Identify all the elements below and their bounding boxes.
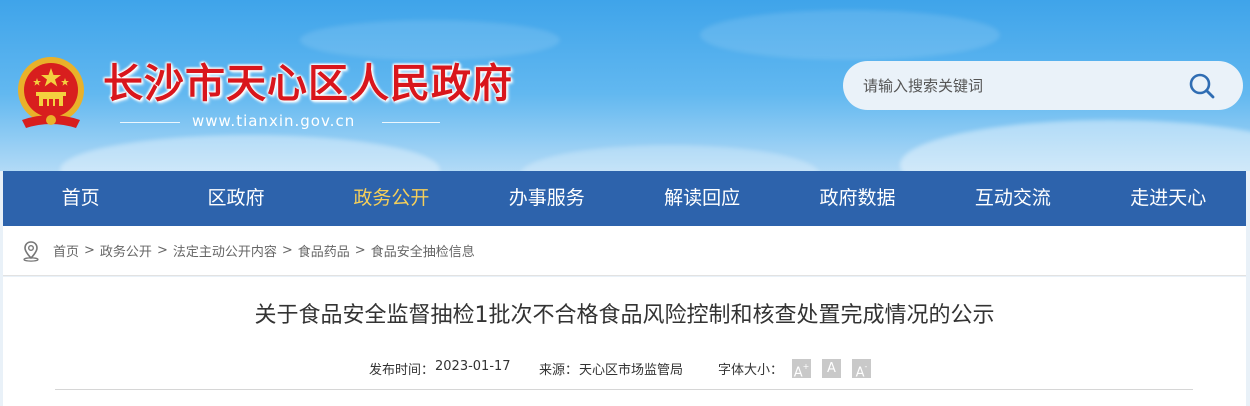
cloud-decoration <box>900 120 1250 171</box>
search-input[interactable] <box>863 72 1163 99</box>
site-url: www.tianxin.gov.cn <box>192 112 356 130</box>
site-title[interactable]: 长沙市天心区人民政府 <box>103 51 513 109</box>
location-icon <box>23 240 39 262</box>
font-normal-button[interactable]: A <box>822 359 841 378</box>
nav-item-government-affairs[interactable]: 政务公开 <box>314 171 469 226</box>
cloud-decoration <box>60 135 440 171</box>
publish-date: 2023-01-17 <box>435 359 511 374</box>
font-increase-button[interactable]: A+ <box>792 359 811 380</box>
breadcrumb-separator: > <box>354 243 366 258</box>
publish-time-label: 发布时间： <box>369 363 435 378</box>
breadcrumb-separator: > <box>84 243 95 258</box>
breadcrumb-separator: > <box>156 243 168 258</box>
national-emblem-icon <box>18 57 84 128</box>
breadcrumb: 首页 > 政务公开 > 法定主动公开内容 > 食品药品 > 食品安全抽检信息 <box>3 226 1246 276</box>
site-header: 长沙市天心区人民政府 www.tianxin.gov.cn <box>0 0 1250 171</box>
nav-item-interaction[interactable]: 互动交流 <box>935 171 1090 226</box>
divider <box>382 122 440 123</box>
search-icon[interactable] <box>1188 72 1216 100</box>
nav-item-interpretation[interactable]: 解读回应 <box>625 171 780 226</box>
source-value: 天心区市场监管局 <box>579 363 684 378</box>
breadcrumb-separator: > <box>281 243 293 258</box>
cloud-decoration <box>520 145 820 171</box>
article-title: 关于食品安全监督抽检1批次不合格食品风险控制和核查处置完成情况的公示 <box>254 303 995 328</box>
main-nav: 首页 区政府 政务公开 办事服务 解读回应 政府数据 互动交流 走进天心 <box>3 171 1246 226</box>
breadcrumb-government-affairs[interactable]: 政务公开 <box>100 241 152 260</box>
breadcrumb-statutory-disclosure[interactable]: 法定主动公开内容 <box>173 241 277 260</box>
cloud-decoration <box>700 10 1000 60</box>
breadcrumb-food-drugs[interactable]: 食品药品 <box>298 241 350 260</box>
nav-item-home[interactable]: 首页 <box>3 171 158 226</box>
nav-item-district-government[interactable]: 区政府 <box>158 171 313 226</box>
font-decrease-button[interactable]: A- <box>852 359 871 380</box>
search-box <box>843 61 1243 110</box>
breadcrumb-food-safety-inspection[interactable]: 食品安全抽检信息 <box>371 241 475 260</box>
nav-item-services[interactable]: 办事服务 <box>469 171 624 226</box>
nav-item-about-tianxin[interactable]: 走进天心 <box>1091 171 1246 226</box>
divider <box>120 122 180 123</box>
article-content: 关于食品安全监督抽检1批次不合格食品风险控制和核查处置完成情况的公示 发布时间：… <box>3 277 1246 406</box>
source-label: 来源： <box>539 363 579 378</box>
nav-item-government-data[interactable]: 政府数据 <box>780 171 935 226</box>
breadcrumb-home[interactable]: 首页 <box>53 241 79 260</box>
font-size-label: 字体大小： <box>718 363 784 378</box>
content-divider <box>55 389 1193 390</box>
